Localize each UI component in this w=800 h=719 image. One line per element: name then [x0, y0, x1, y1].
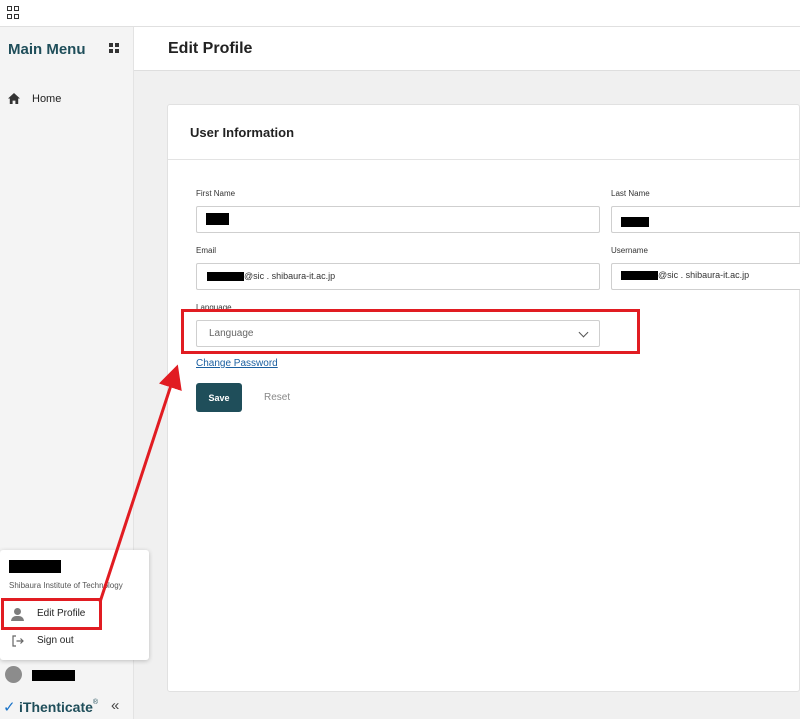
redacted-user-name [32, 670, 75, 681]
main-menu-title: Main Menu [8, 41, 86, 58]
redacted-last-name [621, 217, 649, 227]
redacted-popup-user-name [9, 560, 61, 573]
sign-out-icon [12, 635, 24, 647]
reset-button[interactable]: Reset [264, 392, 290, 403]
redacted-first-name [206, 213, 229, 225]
brand-logo: iThenticate® [19, 699, 99, 715]
email-label: Email [196, 246, 217, 255]
language-select-value: Language [209, 328, 254, 339]
username-field[interactable]: @sic . shibaura-it.ac.jp [611, 263, 800, 290]
first-name-label: First Name [196, 189, 236, 198]
person-icon [11, 608, 25, 622]
checkmark-logo-icon: ✓ [3, 699, 16, 716]
sidebar-item-home[interactable]: Home [0, 89, 134, 109]
redacted-email-user [207, 272, 244, 281]
sign-out-menu-item[interactable]: Sign out [4, 631, 142, 653]
card-title: User Information [190, 125, 295, 140]
email-domain-text: @sic . shibaura-it.ac.jp [244, 271, 336, 281]
page-header: Edit Profile [134, 27, 800, 71]
last-name-field[interactable] [611, 206, 800, 233]
user-popup-menu: Shibaura Institute of Technology Edit Pr… [0, 550, 149, 660]
home-icon [8, 93, 20, 104]
username-domain-text: @sic . shibaura-it.ac.jp [658, 270, 750, 280]
language-select[interactable]: Language [196, 320, 600, 347]
page-title: Edit Profile [168, 40, 253, 57]
change-password-link[interactable]: Change Password [196, 358, 278, 369]
save-button[interactable]: Save [196, 383, 242, 412]
collapse-sidebar-icon[interactable]: « [111, 697, 119, 714]
sidebar-item-label: Home [32, 93, 62, 105]
organization-name: Shibaura Institute of Technology [9, 581, 123, 590]
user-information-card: User Information First Name Last Name Em… [167, 104, 800, 692]
brand-row: ✓ iThenticate® « [0, 695, 134, 719]
sidebar-header: Main Menu [0, 27, 134, 71]
top-bar [0, 0, 800, 27]
email-field[interactable]: @sic . shibaura-it.ac.jp [196, 263, 600, 290]
last-name-label: Last Name [611, 189, 650, 198]
chevron-down-icon [578, 327, 589, 338]
sign-out-label: Sign out [37, 635, 74, 646]
apps-grid-icon[interactable] [7, 6, 21, 20]
user-account-button[interactable] [0, 664, 134, 688]
first-name-field[interactable] [196, 206, 600, 233]
menu-grid-icon[interactable] [109, 43, 119, 53]
edit-profile-menu-item[interactable]: Edit Profile [4, 604, 142, 626]
card-header: User Information [168, 105, 800, 160]
language-label: Language [196, 303, 232, 312]
edit-profile-label: Edit Profile [37, 608, 86, 619]
avatar [5, 666, 22, 683]
redacted-username-user [621, 271, 658, 280]
username-label: Username [611, 246, 648, 255]
